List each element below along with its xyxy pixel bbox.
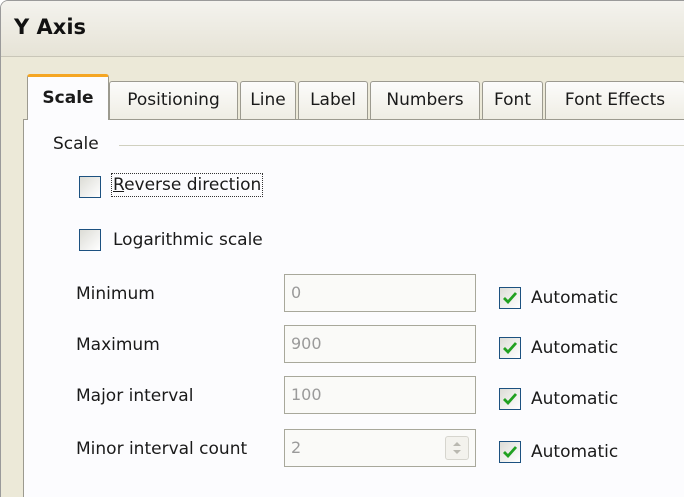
logarithmic-scale-checkbox[interactable] (79, 229, 101, 251)
minimum-label: Minimum (76, 284, 155, 304)
minor-interval-count-input[interactable]: 2 (284, 429, 476, 467)
minor-interval-count-value: 2 (291, 438, 302, 457)
checkmark-icon (503, 342, 518, 355)
minor-interval-count-label: Minor interval count (76, 439, 248, 459)
tab-label: Line (250, 90, 286, 110)
tab-label: Numbers (386, 90, 464, 110)
window-title: Y Axis (14, 15, 87, 39)
tab-line[interactable]: Line (240, 81, 296, 119)
minor-interval-count-automatic-label[interactable]: Automatic (531, 442, 618, 462)
spin-button[interactable] (445, 436, 469, 460)
tab-numbers[interactable]: Numbers (370, 81, 480, 119)
tab-scale[interactable]: Scale (27, 74, 109, 120)
maximum-input[interactable]: 900 (284, 325, 476, 363)
checkmark-icon (503, 446, 518, 459)
tab-label: Scale (42, 88, 94, 108)
maximum-value: 900 (291, 334, 322, 353)
checkmark-icon (503, 393, 518, 406)
tab-font-effects[interactable]: Font Effects (545, 81, 684, 119)
tab-label: Font (493, 90, 531, 110)
tab-font[interactable]: Font (482, 81, 543, 119)
minimum-input[interactable]: 0 (284, 274, 476, 312)
checkmark-icon (503, 292, 518, 305)
maximum-automatic-checkbox[interactable] (499, 337, 521, 359)
major-interval-input[interactable]: 100 (284, 376, 476, 414)
reverse-direction-label[interactable]: Reverse direction (110, 173, 264, 197)
major-interval-automatic-checkbox[interactable] (499, 388, 521, 410)
major-interval-automatic-label[interactable]: Automatic (531, 389, 618, 409)
tab-positioning[interactable]: Positioning (109, 81, 238, 119)
title-bar: Y Axis (1, 1, 684, 57)
reverse-direction-checkbox[interactable] (79, 176, 101, 198)
group-divider (119, 145, 684, 146)
tab-label: Font Effects (564, 90, 666, 110)
tab-label: Label (310, 90, 356, 110)
minimum-automatic-checkbox[interactable] (499, 287, 521, 309)
major-interval-label: Major interval (76, 386, 194, 406)
maximum-label: Maximum (76, 335, 160, 355)
minimum-value: 0 (291, 283, 302, 302)
spin-arrows-icon (453, 442, 461, 454)
tab-label: Positioning (127, 90, 220, 110)
scale-group-label: Scale (53, 134, 99, 154)
minor-interval-count-automatic-checkbox[interactable] (499, 441, 521, 463)
logarithmic-scale-label[interactable]: Logarithmic scale (113, 230, 263, 250)
major-interval-value: 100 (291, 385, 322, 404)
y-axis-dialog: Y Axis Scale Positioning Line Label Numb… (0, 0, 684, 497)
reverse-direction-label-text: everse direction (124, 175, 262, 195)
maximum-automatic-label[interactable]: Automatic (531, 338, 618, 358)
minimum-automatic-label[interactable]: Automatic (531, 288, 618, 308)
tab-label[interactable]: Label (298, 81, 368, 119)
